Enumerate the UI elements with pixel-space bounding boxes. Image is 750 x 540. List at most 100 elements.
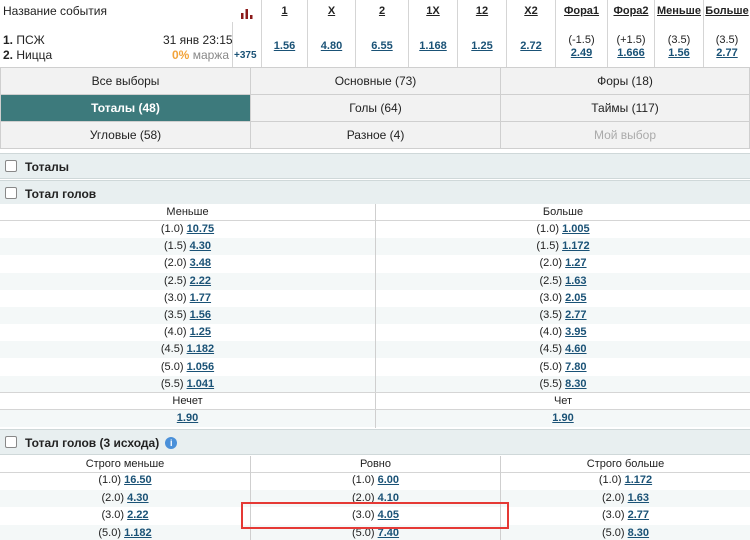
team2[interactable]: 2. Ницца <box>3 48 52 62</box>
market-label[interactable]: 2 <box>356 5 408 17</box>
odd-cell[interactable]: 1.90 <box>0 410 375 427</box>
odd-value[interactable]: 4.30 <box>127 492 148 504</box>
odd-value[interactable]: 2.05 <box>565 292 586 304</box>
odd-cell[interactable]: (1.0) 1.005 <box>376 221 750 238</box>
odd-cell[interactable]: (1.5) 4.30 <box>0 238 375 255</box>
odd-value[interactable]: 2.77 <box>628 509 649 521</box>
odd-value[interactable]: 1.172 <box>562 240 590 252</box>
odd-cell[interactable]: (3.0) 2.77 <box>501 507 750 524</box>
odd-cell[interactable]: (1.0) 10.75 <box>0 221 375 238</box>
odd-value[interactable]: 3.48 <box>190 257 211 269</box>
odd-value[interactable]: 16.50 <box>124 474 152 486</box>
odd-value[interactable]: 1.77 <box>190 292 211 304</box>
odd-cell[interactable]: (5.0) 1.182 <box>0 525 250 540</box>
market-odd[interactable]: 1.25 <box>458 40 506 52</box>
market-label[interactable]: 1X <box>409 5 457 17</box>
odd-value[interactable]: 1.041 <box>187 378 215 390</box>
tab-9[interactable]: Мой выбор <box>500 121 750 149</box>
odd-cell[interactable]: (3.5) 2.77 <box>376 307 750 324</box>
odd-cell[interactable]: (3.0) 2.05 <box>376 290 750 307</box>
tab-1[interactable]: Все выборы <box>0 67 251 95</box>
section-checkbox[interactable] <box>5 160 17 172</box>
odd-cell[interactable]: (2.5) 2.22 <box>0 273 375 290</box>
odd-cell[interactable]: (5.5) 1.041 <box>0 376 375 393</box>
market-odd[interactable]: 2.49 <box>556 47 607 59</box>
odd-value[interactable]: 1.63 <box>628 492 649 504</box>
odd-cell[interactable]: (3.5) 1.56 <box>0 307 375 324</box>
odd-cell[interactable]: (3.0) 2.22 <box>0 507 250 524</box>
tab-7[interactable]: Угловые (58) <box>0 121 251 149</box>
odd-value[interactable]: 2.22 <box>190 275 211 287</box>
bar-chart-icon[interactable] <box>241 9 253 19</box>
odd-cell[interactable]: (3.0) 1.77 <box>0 290 375 307</box>
odd-cell[interactable]: (4.0) 1.25 <box>0 324 375 341</box>
team1[interactable]: 1. ПСЖ <box>3 33 45 47</box>
odd-cell[interactable]: (1.0) 1.172 <box>501 472 750 489</box>
odd-cell[interactable]: (5.5) 8.30 <box>376 376 750 393</box>
odd-value[interactable]: 1.63 <box>565 275 586 287</box>
odd-cell[interactable]: (2.0) 4.30 <box>0 490 250 507</box>
section-total-goals[interactable]: Тотал голов <box>0 180 750 206</box>
stats-cell[interactable]: +375 <box>232 9 260 69</box>
info-icon[interactable]: i <box>165 437 178 449</box>
market-odd[interactable]: 1.666 <box>608 47 654 59</box>
market-label[interactable]: Больше <box>704 5 750 17</box>
market-label[interactable]: Фора2 <box>608 5 654 17</box>
section-checkbox[interactable] <box>5 187 17 199</box>
odd-cell[interactable]: (4.5) 4.60 <box>376 341 750 358</box>
odd-cell[interactable]: (5.0) 1.056 <box>0 359 375 376</box>
odd-cell[interactable]: (1.5) 1.172 <box>376 238 750 255</box>
odd-value[interactable]: 1.172 <box>625 474 653 486</box>
odd-value[interactable]: 3.95 <box>565 326 586 338</box>
market-odd[interactable]: 4.80 <box>308 40 355 52</box>
odd-value[interactable]: 4.60 <box>565 343 586 355</box>
odd-value[interactable]: 2.77 <box>565 309 586 321</box>
odd-value[interactable]: 1.56 <box>190 309 211 321</box>
odd-cell[interactable]: (4.5) 1.182 <box>0 341 375 358</box>
section-total-goals-3way[interactable]: Тотал голов (3 исхода) i <box>0 429 750 455</box>
even-cell[interactable]: 1.90 <box>376 410 750 427</box>
tab-8[interactable]: Разное (4) <box>250 121 501 149</box>
odd-value[interactable]: 8.30 <box>565 378 586 390</box>
section-totals[interactable]: Тоталы <box>0 153 750 179</box>
odd-cell[interactable]: (1.0) 16.50 <box>0 472 250 489</box>
tab-4[interactable]: Тоталы (48) <box>0 94 251 122</box>
tab-6[interactable]: Таймы (117) <box>500 94 750 122</box>
market-odd[interactable]: 6.55 <box>356 40 408 52</box>
odd-cell[interactable]: (2.5) 1.63 <box>376 273 750 290</box>
market-label[interactable]: 1 <box>262 5 307 17</box>
market-odd[interactable]: 1.168 <box>409 40 457 52</box>
odd-value[interactable]: 2.22 <box>127 509 148 521</box>
market-odd[interactable]: 2.72 <box>507 40 555 52</box>
odd-value[interactable]: 1.27 <box>565 257 586 269</box>
odd-cell[interactable]: (5.0) 7.80 <box>376 359 750 376</box>
market-label[interactable]: X2 <box>507 5 555 17</box>
section-checkbox[interactable] <box>5 436 17 448</box>
market-label[interactable]: X <box>308 5 355 17</box>
market-odd[interactable]: 1.56 <box>262 40 307 52</box>
odd-value[interactable]: 6.00 <box>378 474 399 486</box>
odd-value[interactable]: 1.056 <box>187 361 215 373</box>
market-odd[interactable]: 2.77 <box>704 47 750 59</box>
odd-cell[interactable]: (4.0) 3.95 <box>376 324 750 341</box>
odd-cell[interactable]: (2.0) 3.48 <box>0 255 375 272</box>
tab-5[interactable]: Голы (64) <box>250 94 501 122</box>
odd-value[interactable]: 1.90 <box>177 412 198 424</box>
tab-3[interactable]: Форы (18) <box>500 67 750 95</box>
more-markets-count[interactable]: +375 <box>234 50 257 61</box>
odd-value[interactable]: 1.182 <box>124 527 152 539</box>
odd-cell[interactable]: (5.0) 8.30 <box>501 525 750 540</box>
odd-cell[interactable]: (2.0) 1.27 <box>376 255 750 272</box>
market-label[interactable]: 12 <box>458 5 506 17</box>
tab-2[interactable]: Основные (73) <box>250 67 501 95</box>
market-label[interactable]: Фора1 <box>556 5 607 17</box>
odd-value[interactable]: 8.30 <box>628 527 649 539</box>
market-label[interactable]: Меньше <box>655 5 703 17</box>
even-value[interactable]: 1.90 <box>552 412 573 424</box>
odd-value[interactable]: 1.25 <box>190 326 211 338</box>
market-odd[interactable]: 1.56 <box>655 47 703 59</box>
odd-value[interactable]: 7.80 <box>565 361 586 373</box>
odd-value[interactable]: 1.182 <box>187 343 215 355</box>
odd-cell[interactable]: (1.0) 6.00 <box>251 472 500 489</box>
odd-cell[interactable]: (2.0) 1.63 <box>501 490 750 507</box>
